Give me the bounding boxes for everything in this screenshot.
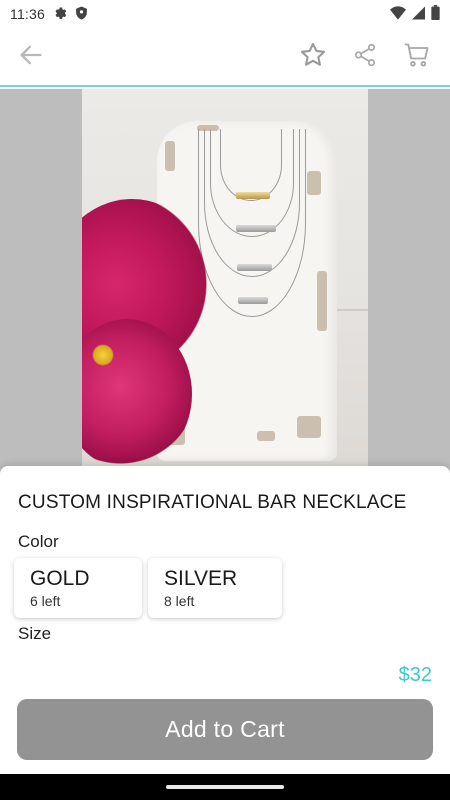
status-bar: 11:36: [0, 0, 450, 28]
back-button[interactable]: [11, 37, 51, 77]
star-icon: [299, 41, 327, 74]
product-photo: [82, 89, 368, 479]
flower-center: [92, 344, 114, 366]
status-time: 11:36: [10, 6, 45, 22]
necklace-bar: [237, 264, 272, 271]
share-icon: [352, 42, 378, 73]
status-right: [390, 5, 440, 23]
add-to-cart-button[interactable]: Add to Cart: [17, 699, 433, 760]
battery-icon: [431, 5, 440, 23]
size-label: Size: [18, 624, 52, 643]
price: $32: [398, 664, 432, 686]
color-option-gold[interactable]: GOLD 6 left: [14, 558, 142, 618]
home-gesture-pill[interactable]: [166, 785, 284, 789]
status-left: 11:36: [10, 6, 88, 23]
gear-icon: [53, 6, 67, 23]
app-bar: [0, 28, 450, 87]
necklace-bar: [238, 297, 268, 304]
necklace-bar: [236, 192, 270, 199]
share-button[interactable]: [345, 37, 385, 77]
option-name: SILVER: [164, 567, 238, 590]
option-stock: 6 left: [30, 593, 61, 609]
cart-button[interactable]: [397, 37, 437, 77]
cart-icon: [403, 41, 431, 74]
necklace-chain: [198, 129, 306, 317]
color-option-silver[interactable]: SILVER 8 left: [148, 558, 282, 618]
signal-icon: [412, 6, 425, 23]
favorite-button[interactable]: [293, 37, 333, 77]
purchase-footer: $32 Add to Cart: [0, 652, 450, 774]
color-label: Color: [18, 532, 59, 551]
shield-icon: [75, 6, 88, 23]
option-stock: 8 left: [164, 593, 195, 609]
product-image-area[interactable]: [0, 89, 450, 479]
system-nav-bar: [0, 774, 450, 800]
necklace-bar: [236, 225, 276, 232]
product-title: CUSTOM INSPIRATIONAL BAR NECKLACE: [18, 492, 407, 513]
wifi-icon: [390, 5, 406, 23]
back-arrow-icon: [17, 41, 45, 74]
option-name: GOLD: [30, 567, 90, 590]
